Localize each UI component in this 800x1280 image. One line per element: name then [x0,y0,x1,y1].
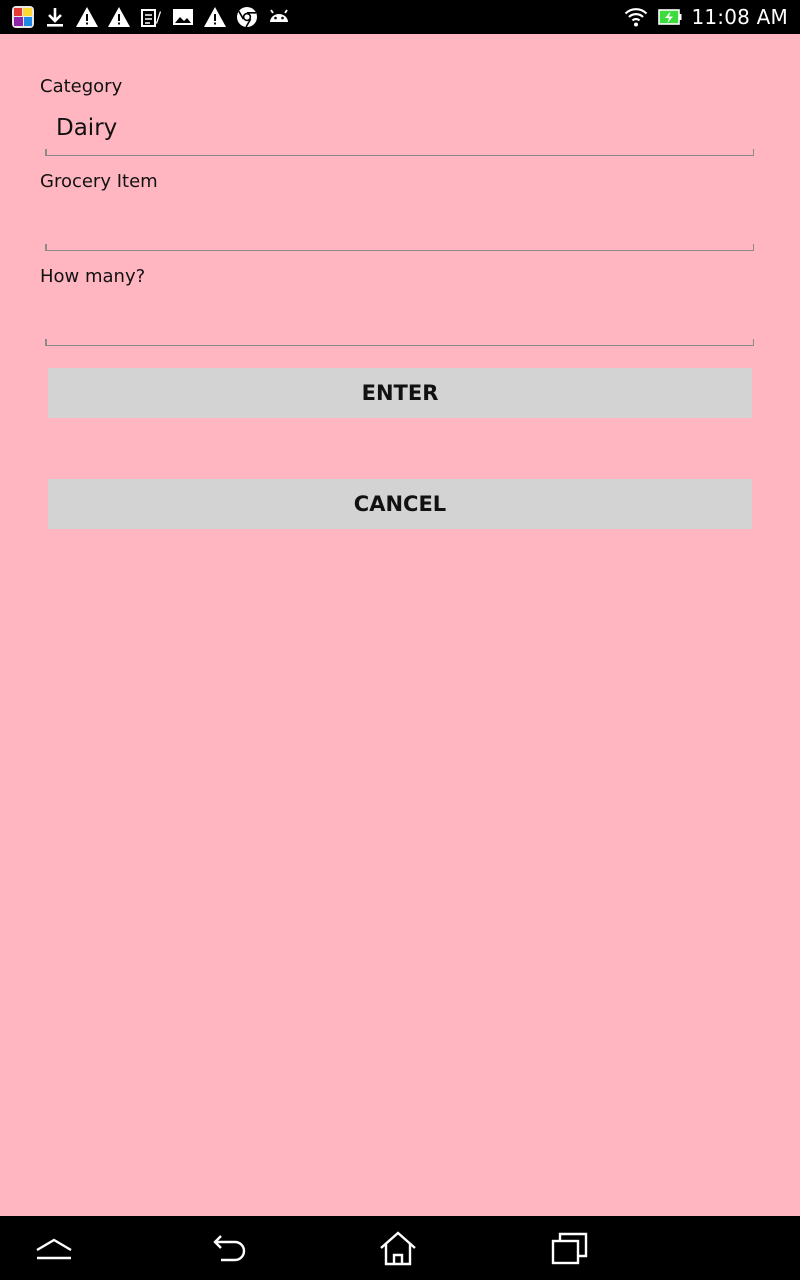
system-icons: 11:08 AM [623,0,788,34]
warning-icon [202,4,228,30]
android-icon [266,4,292,30]
back-icon[interactable] [206,1226,250,1270]
image-icon [170,4,196,30]
notification-icons [10,3,298,31]
cancel-button[interactable]: CANCEL [48,479,752,529]
download-icon [42,4,68,30]
document-icon [138,4,164,30]
home-icon[interactable] [376,1226,420,1270]
app-icon [10,4,36,30]
quantity-input[interactable] [51,301,745,345]
navigation-bar [0,1216,800,1280]
quantity-field[interactable] [45,301,754,346]
chrome-icon [234,4,260,30]
collapse-icon[interactable] [32,1226,76,1270]
status-bar: 11:08 AM [0,0,800,34]
category-field[interactable]: Dairy [45,111,754,156]
wifi-icon [623,4,649,30]
clock: 11:08 AM [691,5,788,29]
category-value: Dairy [56,115,118,141]
add-grocery-form: Category Dairy Grocery Item How many? EN… [0,34,800,1216]
quantity-label: How many? [40,266,146,287]
grocery-item-label: Grocery Item [40,171,158,192]
warning-icon [74,4,100,30]
grocery-item-input[interactable] [51,206,745,250]
warning-icon [106,4,132,30]
recents-icon[interactable] [548,1226,592,1270]
category-label: Category [40,76,123,97]
battery-charging-icon [657,4,683,30]
enter-button[interactable]: ENTER [48,368,752,418]
grocery-item-field[interactable] [45,206,754,251]
